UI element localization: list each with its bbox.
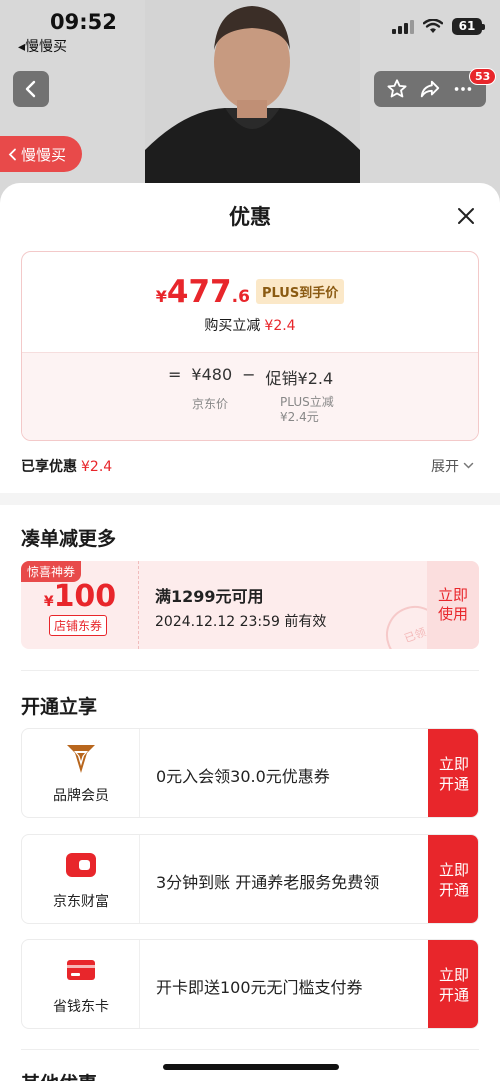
open-line1: 立即	[438, 966, 469, 984]
plus-price-tag: PLUS到手价	[255, 279, 345, 304]
price-decimal: .6	[231, 287, 250, 307]
price-integer: 477	[166, 274, 232, 310]
slow-buy-label: 慢慢买	[21, 145, 67, 164]
price-breakdown-card: ¥477.6 PLUS到手价 购买立减 ¥2.4 = ¥480 − 促销¥2.4 …	[21, 251, 479, 441]
back-button[interactable]	[13, 71, 49, 107]
slow-buy-button[interactable]: 慢慢买	[0, 136, 82, 172]
savings-card-offer: 开卡即送100元无门槛支付券	[156, 978, 363, 997]
jd-wealth-label: 京东财富	[53, 894, 109, 910]
brand-member-label: 品牌会员	[53, 788, 109, 804]
formula-promo: 促销¥2.4	[265, 369, 334, 388]
more-discounts-title: 凑单减更多	[21, 528, 117, 550]
share-icon[interactable]	[419, 78, 441, 100]
chevron-left-icon	[8, 148, 16, 160]
divider	[21, 670, 479, 671]
return-to-app-link[interactable]: ◂慢慢买	[18, 36, 67, 56]
cellular-signal-icon	[392, 19, 414, 34]
store-coupon: 惊喜神券 ¥100 店铺东券 满1299元可用 2024.12.12 23:59…	[21, 561, 479, 649]
price-formula-section: = ¥480 − 促销¥2.4 京东价 PLUS立减 ¥2.4元	[22, 352, 478, 440]
savings-card-icon-box: 省钱东卡	[22, 940, 140, 1028]
savings-card-row: 省钱东卡 开卡即送100元无门槛支付券 立即开通	[21, 939, 479, 1029]
chevron-left-icon	[25, 80, 36, 98]
enjoyed-value: ¥2.4	[81, 459, 113, 475]
open-savings-card-button[interactable]: 立即 开通	[428, 940, 478, 1028]
plus-reduce-line2: ¥2.4元	[280, 410, 319, 424]
price-currency: ¥	[155, 287, 167, 306]
discount-sheet: 优惠 ¥477.6 PLUS到手价 购买立减 ¥2.4 = ¥480 − 促销¥2…	[0, 183, 500, 1081]
open-line2: 开通	[438, 775, 469, 793]
open-benefits-title: 开通立享	[21, 696, 98, 718]
open-jd-wealth-button[interactable]: 立即 开通	[428, 835, 478, 923]
system-icons: 61	[392, 18, 485, 35]
section-divider	[0, 493, 500, 505]
jd-wealth-icon-box: 京东财富	[22, 835, 140, 923]
battery-indicator: 61	[452, 18, 485, 35]
message-count-badge: 53	[469, 68, 497, 85]
coupon-amount-number: 100	[53, 579, 117, 614]
open-brand-member-button[interactable]: 立即 开通	[428, 729, 478, 817]
use-coupon-line2: 使用	[437, 605, 468, 623]
wifi-icon	[423, 19, 443, 33]
expand-toggle[interactable]: 展开	[431, 456, 474, 476]
sheet-title: 优惠	[229, 205, 271, 229]
formula-base-price: ¥480	[191, 365, 233, 384]
open-button-label: 立即 开通	[439, 860, 469, 900]
status-time: 09:52	[50, 10, 117, 34]
buy-reduce-value: ¥2.4	[264, 318, 296, 334]
price-formula: = ¥480 − 促销¥2.4	[168, 365, 333, 389]
enjoyed-discount: 已享优惠 ¥2.4	[21, 456, 112, 476]
coupon-type: 店铺东券	[49, 615, 108, 636]
jd-wealth-offer: 3分钟到账 开通养老服务免费领	[156, 873, 380, 892]
formula-equals: =	[168, 365, 182, 384]
formula-minus: −	[242, 365, 256, 384]
brand-member-offer: 0元入会领30.0元优惠券	[156, 767, 330, 786]
close-icon[interactable]	[455, 205, 477, 227]
jd-wealth-row: 京东财富 3分钟到账 开通养老服务免费领 立即开通	[21, 834, 479, 924]
jd-wealth-icon	[66, 853, 96, 877]
coupon-expiry: 2024.12.12 23:59 前有效	[155, 614, 327, 630]
final-price: ¥477.6	[156, 274, 250, 310]
plus-reduce-line1: PLUS立减	[280, 395, 334, 409]
use-coupon-button[interactable]: 立即 使用	[427, 561, 479, 649]
open-line1: 立即	[438, 755, 469, 773]
coupon-value-section: 惊喜神券 ¥100 店铺东券	[21, 561, 139, 649]
favorite-star-icon[interactable]	[386, 78, 408, 100]
brand-member-icon-box: 品牌会员	[22, 729, 140, 817]
buy-reduce-line: 购买立减 ¥2.4	[22, 315, 478, 335]
final-price-section: ¥477.6 PLUS到手价 购买立减 ¥2.4	[22, 252, 478, 352]
brand-member-icon	[67, 745, 95, 773]
coupon-currency: ¥	[43, 594, 54, 610]
open-button-label: 立即 开通	[439, 965, 469, 1005]
other-discounts-title: 其他优惠	[21, 1069, 97, 1081]
jd-price-label: 京东价	[192, 397, 229, 411]
use-coupon-line1: 立即	[437, 586, 468, 604]
divider	[21, 1049, 479, 1050]
expand-label: 展开	[431, 459, 459, 475]
buy-reduce-label: 购买立减	[204, 318, 261, 334]
home-indicator	[163, 1064, 339, 1070]
savings-card-label: 省钱东卡	[53, 999, 109, 1015]
enjoyed-label: 已享优惠	[21, 459, 77, 475]
chevron-down-icon	[463, 462, 474, 469]
return-app-label: 慢慢买	[25, 39, 68, 55]
coupon-amount: ¥100	[21, 579, 139, 614]
open-line2: 开通	[438, 986, 469, 1004]
open-button-label: 立即 开通	[439, 754, 469, 794]
coupon-condition: 满1299元可用	[155, 587, 264, 606]
status-bar: 09:52 ◂慢慢买 61	[0, 0, 500, 55]
use-coupon-label: 立即 使用	[438, 586, 468, 624]
open-line2: 开通	[438, 881, 469, 899]
savings-card-icon	[67, 960, 95, 980]
plus-reduce-label: PLUS立减 ¥2.4元	[280, 395, 334, 425]
brand-member-row: 品牌会员 0元入会领30.0元优惠券 立即开通	[21, 728, 479, 818]
open-line1: 立即	[438, 861, 469, 879]
